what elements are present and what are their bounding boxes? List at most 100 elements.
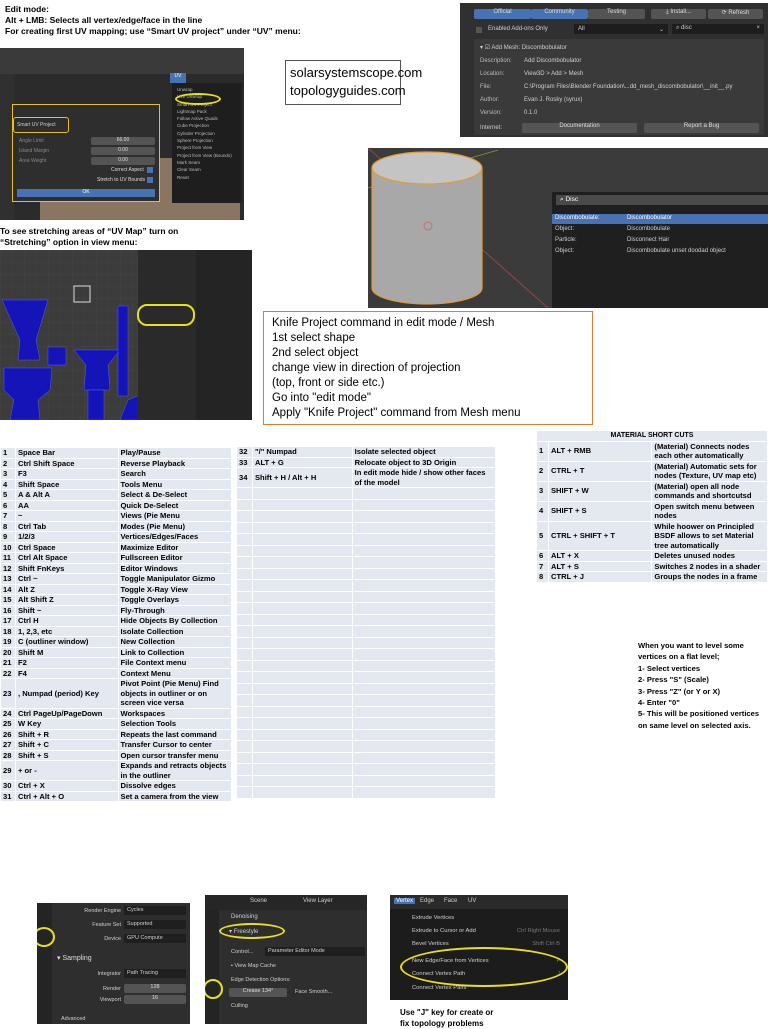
table-row: 23, Numpad (period) Key Pivot Point (Pie … bbox=[0, 678, 232, 709]
property-select[interactable]: Cycles bbox=[124, 906, 186, 915]
shortcut-action: Vertices/Edges/Faces bbox=[117, 531, 232, 543]
menu-item[interactable]: Extrude Vertices bbox=[412, 915, 454, 921]
ok-button[interactable]: OK bbox=[17, 189, 155, 197]
correct-aspect-checkbox[interactable] bbox=[147, 167, 153, 173]
row-number: 31 bbox=[0, 790, 16, 802]
close-icon[interactable]: × bbox=[756, 25, 760, 31]
property-select[interactable]: Supported bbox=[124, 920, 186, 929]
empty-row bbox=[236, 498, 497, 511]
enabled-only-checkbox[interactable] bbox=[476, 27, 482, 33]
uv-menu-item[interactable]: Cube Projection bbox=[177, 122, 237, 129]
empty-cell bbox=[236, 510, 253, 523]
link[interactable]: topologyguides.com bbox=[290, 82, 406, 100]
uv-menu-item[interactable]: Clear Seam bbox=[177, 166, 237, 173]
empty-row bbox=[236, 717, 497, 730]
menu-tab[interactable]: UV bbox=[466, 898, 478, 904]
empty-row bbox=[236, 567, 497, 580]
menu-item[interactable]: Bevel Vertices bbox=[412, 941, 449, 947]
table-row: 7 ALT + S Switches 2 nodes in a shader bbox=[536, 560, 768, 572]
sampling-section[interactable]: ▾ Sampling bbox=[57, 954, 92, 962]
empty-cell bbox=[251, 694, 353, 707]
search-result[interactable]: Object: Discombobulate bbox=[552, 225, 768, 235]
viewport-samples-field[interactable]: 16 bbox=[124, 995, 186, 1004]
documentation-button[interactable]: Documentation bbox=[522, 123, 637, 133]
shortcut-action: Relocate object to 3D Origin bbox=[351, 456, 497, 468]
shortcut-action: Reverse Playback bbox=[117, 457, 232, 469]
integrator-select[interactable]: Path Tracing bbox=[124, 969, 186, 978]
render-samples-field[interactable]: 128 bbox=[124, 984, 186, 993]
shortcut-action: (Material) Connects nodes each other aut… bbox=[651, 440, 768, 462]
category-select[interactable]: All ⌄ bbox=[574, 24, 668, 34]
uv-menu-item[interactable]: Unwrap bbox=[177, 86, 237, 93]
tab-official[interactable]: Official bbox=[474, 9, 531, 19]
table-row: 33 ALT + G Relocate object to 3D Origin bbox=[236, 456, 497, 468]
stretch-checkbox[interactable] bbox=[147, 177, 153, 183]
search-result[interactable]: Discombobulate: Discombobulator bbox=[552, 214, 768, 224]
field-value[interactable]: 0.00 bbox=[91, 157, 155, 165]
table-row: 6 AA Quick De-Select bbox=[0, 499, 232, 511]
menu-shortcut: Ctrl Right Mouse bbox=[516, 928, 560, 934]
table-row: 32 "/" Numpad Isolate selected object bbox=[236, 446, 497, 458]
control-mode-select[interactable]: Parameter Editor Mode bbox=[265, 947, 365, 956]
denoising-section[interactable]: Denoising bbox=[231, 914, 258, 920]
uv-menu-item[interactable]: Sphere Projection bbox=[177, 137, 237, 144]
shortcut-key: Shift + C bbox=[14, 739, 119, 751]
edge-detection-label: Edge Detection Options: bbox=[231, 977, 291, 983]
shortcut-key: ~ bbox=[14, 510, 119, 522]
view-map-cache[interactable]: ▪ View Map Cache bbox=[231, 963, 276, 969]
empty-cell bbox=[351, 648, 497, 661]
tab-community[interactable]: Community bbox=[531, 9, 588, 19]
empty-cell bbox=[236, 579, 253, 592]
uv-menu-item[interactable]: Follow Active Quads bbox=[177, 115, 237, 122]
addon-enabled-checkbox[interactable]: ☑ bbox=[485, 45, 490, 51]
culling-checkbox[interactable]: Culling bbox=[231, 1003, 248, 1009]
tab-testing[interactable]: Testing bbox=[588, 9, 645, 19]
refresh-button[interactable]: ⟳ Refresh bbox=[708, 9, 763, 19]
knife-line: 1st select shape bbox=[272, 332, 356, 344]
table-row: 13 Ctrl ~ Toggle Manipulator Gizmo bbox=[0, 573, 232, 585]
uv-menu-item[interactable]: Project from View (Bounds) bbox=[177, 152, 237, 159]
empty-row bbox=[236, 556, 497, 569]
empty-cell bbox=[351, 682, 497, 695]
property-select[interactable]: GPU Compute bbox=[124, 934, 186, 943]
shortcut-key: Ctrl Alt Space bbox=[14, 552, 119, 564]
menu-tab[interactable]: Vertex bbox=[394, 898, 416, 904]
field-value[interactable]: 66.00 bbox=[91, 137, 155, 145]
install-button[interactable]: ⤓ Install... bbox=[651, 9, 706, 19]
report-bug-button[interactable]: Report a Bug bbox=[644, 123, 759, 133]
uv-menu-item[interactable]: Mark Seam bbox=[177, 159, 237, 166]
table-row: 31 Ctrl + Alt + O Set a camera from the vi… bbox=[0, 790, 232, 802]
search-input[interactable]: ⌕ disc × bbox=[672, 24, 764, 34]
row-number: 19 bbox=[0, 636, 16, 648]
empty-cell bbox=[351, 659, 497, 672]
uv-menu-item[interactable]: Lightmap Pack bbox=[177, 108, 237, 115]
menu-tab[interactable]: Face bbox=[442, 898, 459, 904]
empty-cell bbox=[251, 521, 353, 534]
cache-label: View Map Cache bbox=[234, 963, 276, 969]
search-result[interactable]: Particle: Disconnect Hair bbox=[552, 236, 768, 246]
stretch-note: To see stretching areas of “UV Map” turn… bbox=[0, 226, 178, 248]
field-value[interactable]: 0.00 bbox=[91, 147, 155, 155]
advanced-section[interactable]: Advanced bbox=[61, 1016, 85, 1022]
empty-cell bbox=[251, 751, 353, 764]
menu-item[interactable]: Extrude to Cursor or Add bbox=[412, 928, 476, 934]
shortcut-action: Expands and retracts objects in the outl… bbox=[117, 760, 232, 781]
empty-cell bbox=[236, 602, 253, 615]
uv-menu-item[interactable]: Cylinder Projection bbox=[177, 130, 237, 137]
search-field[interactable]: ⌕ Disc bbox=[556, 195, 768, 205]
view-layer-label[interactable]: View Layer bbox=[303, 898, 333, 904]
menu-tab[interactable]: Edge bbox=[418, 898, 436, 904]
search-result[interactable]: Object: Discombobulate unset doodad objec… bbox=[552, 247, 768, 257]
knife-project-note: Knife Project command in edit mode / Mes… bbox=[263, 311, 593, 425]
uv-menu-tab[interactable]: UV bbox=[170, 73, 186, 83]
empty-row bbox=[236, 786, 497, 799]
uv-menu-item[interactable]: Reset bbox=[177, 174, 237, 181]
uv-menu-item[interactable]: Project from View bbox=[177, 144, 237, 151]
addon-info-value: 0.1.0 bbox=[524, 110, 538, 116]
face-smooth-checkbox[interactable]: Face Smooth... bbox=[295, 989, 332, 995]
crease-field[interactable]: Crease 134° bbox=[229, 988, 287, 997]
shortcut-key: + or - bbox=[14, 760, 119, 781]
shortcut-action: Toggle Manipulator Gizmo bbox=[117, 573, 232, 585]
scene-label[interactable]: Scene bbox=[250, 898, 267, 904]
link[interactable]: solarsystemscope.com bbox=[290, 64, 422, 82]
